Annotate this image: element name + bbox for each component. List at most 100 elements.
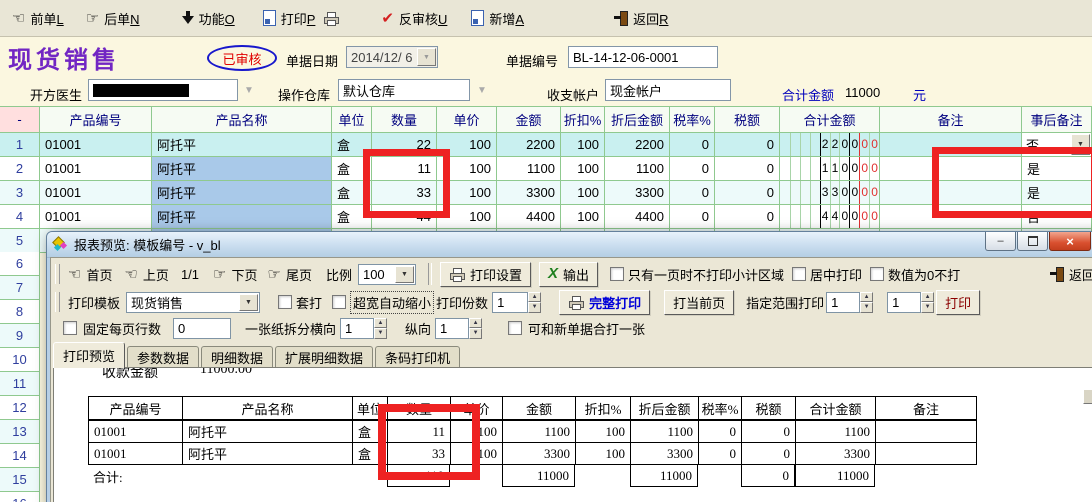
row-number[interactable]: 1 bbox=[0, 133, 40, 157]
row-number[interactable]: 2 bbox=[0, 157, 40, 181]
range-from-spinner[interactable]: ▲▼ bbox=[860, 292, 873, 313]
row-number[interactable]: 10 bbox=[0, 348, 40, 372]
cell-amount[interactable]: 3300 bbox=[497, 181, 561, 205]
spin-down-icon[interactable]: ▼ bbox=[374, 328, 387, 339]
cell-disc-amount[interactable]: 4400 bbox=[605, 205, 670, 229]
spin-up-icon[interactable]: ▲ bbox=[921, 292, 934, 303]
prev-doc-button[interactable]: ☜ 前单L bbox=[12, 9, 64, 28]
no-subtotal-checkbox[interactable] bbox=[610, 267, 624, 281]
full-print-button[interactable]: 完整打印 bbox=[559, 290, 650, 315]
cell-name[interactable]: 阿托平 bbox=[152, 157, 332, 181]
cell-code[interactable]: 01001 bbox=[40, 205, 152, 229]
date-combobox[interactable]: 2014/12/ 6 ▼ bbox=[346, 46, 438, 68]
cell-total-digit-grid[interactable]: 110000 bbox=[780, 157, 880, 181]
cell-tax-rate[interactable]: 0 bbox=[670, 181, 715, 205]
cell-code[interactable]: 01001 bbox=[40, 157, 152, 181]
export-button[interactable]: X 输出 bbox=[539, 262, 598, 287]
row-number[interactable]: 6 bbox=[0, 252, 40, 276]
tab-print-preview[interactable]: 打印预览 bbox=[53, 342, 125, 368]
minimize-button[interactable]: – bbox=[985, 232, 1016, 251]
cell-amount[interactable]: 4400 bbox=[497, 205, 561, 229]
zero-skip-checkbox[interactable] bbox=[870, 267, 884, 281]
spin-down-icon[interactable]: ▼ bbox=[469, 328, 482, 339]
row-number[interactable]: 15 bbox=[0, 468, 40, 492]
row-number[interactable]: 3 bbox=[0, 181, 40, 205]
template-combobox[interactable]: 现货销售 ▼ bbox=[126, 292, 260, 313]
account-input[interactable]: 现金帐户 bbox=[605, 79, 731, 101]
cell-disc-amount[interactable]: 2200 bbox=[605, 133, 670, 157]
tab-parameter-data[interactable]: 参数数据 bbox=[127, 346, 199, 368]
maximize-button[interactable] bbox=[1017, 232, 1048, 251]
cell-code[interactable]: 01001 bbox=[40, 181, 152, 205]
dialog-back-button[interactable]: 返回 bbox=[1050, 265, 1092, 284]
print-current-page-button[interactable]: 打当前页 bbox=[664, 290, 734, 315]
auto-shrink-checkbox[interactable] bbox=[332, 295, 346, 309]
combine-print-checkbox[interactable] bbox=[508, 321, 522, 335]
fixed-rows-checkbox[interactable] bbox=[63, 321, 77, 335]
cell-amount[interactable]: 1100 bbox=[497, 157, 561, 181]
tab-barcode-printer[interactable]: 条码打印机 bbox=[375, 346, 460, 368]
warehouse-dropdown-icon[interactable]: ▼ bbox=[477, 85, 487, 96]
row-number[interactable]: 13 bbox=[0, 420, 40, 444]
scale-combobox[interactable]: 100 ▼ bbox=[358, 264, 416, 285]
cell-total-digit-grid[interactable]: 220000 bbox=[780, 133, 880, 157]
cell-name[interactable]: 阿托平 bbox=[152, 133, 332, 157]
back-button[interactable]: 返回R bbox=[614, 9, 668, 28]
cell-tax[interactable]: 0 bbox=[715, 181, 780, 205]
tab-extended-detail-data[interactable]: 扩展明细数据 bbox=[275, 346, 373, 368]
row-number[interactable]: 11 bbox=[0, 372, 40, 396]
range-from-input[interactable]: 1 bbox=[826, 292, 860, 313]
cell-total-digit-grid[interactable]: 440000 bbox=[780, 205, 880, 229]
overlay-print-checkbox[interactable] bbox=[278, 295, 292, 309]
range-to-spinner[interactable]: ▲▼ bbox=[921, 292, 934, 313]
prev-page-button[interactable]: ☜上页 bbox=[124, 265, 168, 284]
cell-tax-rate[interactable]: 0 bbox=[670, 205, 715, 229]
split-vertical-spinner[interactable]: ▲▼ bbox=[469, 318, 482, 339]
row-number[interactable]: 16 bbox=[0, 492, 40, 502]
row-number[interactable]: 4 bbox=[0, 205, 40, 229]
cell-tax-rate[interactable]: 0 bbox=[670, 133, 715, 157]
cell-tax[interactable]: 0 bbox=[715, 157, 780, 181]
date-dropdown-arrow[interactable]: ▼ bbox=[417, 48, 436, 66]
quick-print-button[interactable] bbox=[323, 12, 339, 25]
cell-tax[interactable]: 0 bbox=[715, 205, 780, 229]
range-to-input[interactable]: 1 bbox=[887, 292, 921, 313]
row-number[interactable]: 7 bbox=[0, 276, 40, 300]
doctor-input[interactable] bbox=[88, 79, 238, 101]
spin-up-icon[interactable]: ▲ bbox=[469, 318, 482, 329]
unaudit-button[interactable]: ✔ 反审核U bbox=[381, 9, 447, 28]
functions-button[interactable]: 功能O bbox=[182, 9, 235, 28]
next-doc-button[interactable]: ☞ 后单N bbox=[86, 9, 140, 28]
copies-input[interactable]: 1 bbox=[492, 292, 528, 313]
dialog-titlebar[interactable]: 报表预览: 模板编号 - v_bl – × bbox=[47, 232, 1092, 258]
center-print-checkbox[interactable] bbox=[792, 267, 806, 281]
row-number[interactable]: 12 bbox=[0, 396, 40, 420]
doctor-dropdown-icon[interactable]: ▼ bbox=[244, 85, 254, 96]
spin-down-icon[interactable]: ▼ bbox=[528, 302, 541, 313]
spin-down-icon[interactable]: ▼ bbox=[860, 302, 873, 313]
cell-name[interactable]: 阿托平 bbox=[152, 205, 332, 229]
print-range-button[interactable]: 打印 bbox=[936, 290, 980, 315]
split-vertical-input[interactable]: 1 bbox=[435, 318, 469, 339]
tab-detail-data[interactable]: 明细数据 bbox=[201, 346, 273, 368]
spin-up-icon[interactable]: ▲ bbox=[374, 318, 387, 329]
next-page-button[interactable]: ☞下页 bbox=[213, 265, 257, 284]
scale-dropdown-arrow[interactable]: ▼ bbox=[395, 266, 414, 283]
cell-amount[interactable]: 2200 bbox=[497, 133, 561, 157]
preview-scrollbar-button[interactable] bbox=[1083, 389, 1092, 404]
row-number[interactable]: 14 bbox=[0, 444, 40, 468]
row-number[interactable]: 9 bbox=[0, 324, 40, 348]
fixed-rows-input[interactable]: 0 bbox=[173, 318, 231, 339]
close-button[interactable]: × bbox=[1049, 232, 1091, 251]
print-button[interactable]: 打印P bbox=[263, 9, 316, 28]
spin-up-icon[interactable]: ▲ bbox=[860, 292, 873, 303]
cell-tax-rate[interactable]: 0 bbox=[670, 157, 715, 181]
cell-discount[interactable]: 100 bbox=[561, 205, 605, 229]
spin-down-icon[interactable]: ▼ bbox=[921, 302, 934, 313]
cell-discount[interactable]: 100 bbox=[561, 181, 605, 205]
first-page-button[interactable]: ☜首页 bbox=[68, 265, 112, 284]
split-horizontal-spinner[interactable]: ▲▼ bbox=[374, 318, 387, 339]
template-dropdown-arrow[interactable]: ▼ bbox=[239, 294, 258, 311]
spin-up-icon[interactable]: ▲ bbox=[528, 292, 541, 303]
cell-discount[interactable]: 100 bbox=[561, 133, 605, 157]
